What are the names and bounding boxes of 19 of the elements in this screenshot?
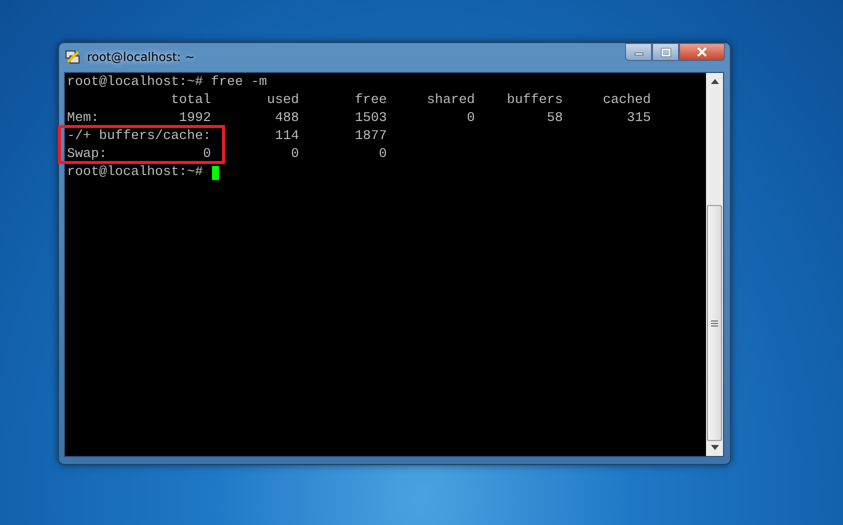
maximize-icon xyxy=(660,48,670,56)
grip-icon xyxy=(711,320,718,326)
terminal-cursor xyxy=(212,166,219,180)
window-title: root@localhost: ~ xyxy=(87,50,195,64)
scrollbar-thumb[interactable] xyxy=(707,205,722,441)
scrollbar[interactable] xyxy=(706,73,723,456)
scroll-down-arrow-icon xyxy=(710,445,718,450)
terminal-line: Mem: 1992 488 1503 0 58 315 xyxy=(67,110,652,128)
scroll-up-arrow-icon xyxy=(710,79,718,84)
maximize-button[interactable] xyxy=(652,43,679,61)
terminal-line: total used free shared buffers cached xyxy=(170,92,652,110)
close-icon xyxy=(696,47,708,57)
minimize-button[interactable] xyxy=(625,43,652,61)
terminal-prompt: root@localhost:~# xyxy=(67,164,203,182)
terminal-line: -/+ buffers/cache: 114 1877 xyxy=(67,128,388,146)
terminal-line: Swap: 0 0 0 xyxy=(67,146,388,164)
terminal-app-icon xyxy=(65,49,81,65)
terminal-line: root@localhost:~# free -m xyxy=(67,74,268,92)
close-button[interactable] xyxy=(679,43,725,61)
